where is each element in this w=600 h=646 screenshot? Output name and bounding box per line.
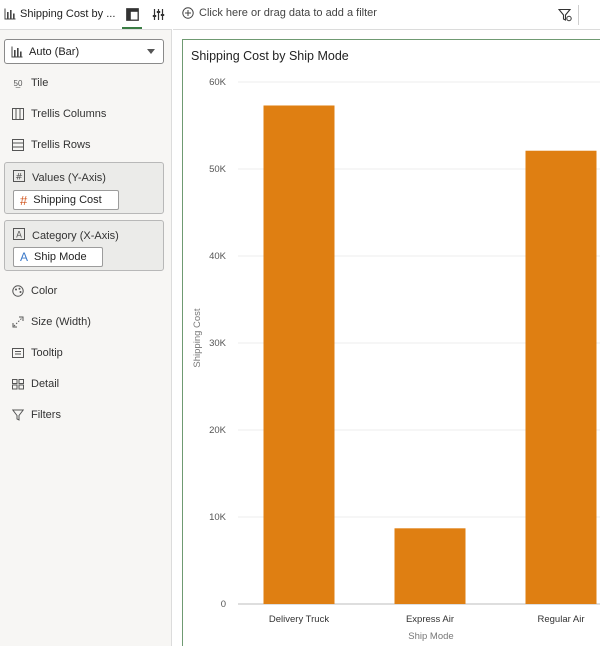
- shipping-cost-pill-label: Shipping Cost: [33, 194, 102, 206]
- tile-drop-target[interactable]: 5̲0 Tile: [12, 74, 49, 92]
- y-tick-label: 30K: [209, 338, 227, 349]
- category-zone-label: Category (X-Axis): [32, 229, 119, 242]
- y-tick-label: 10K: [209, 512, 227, 523]
- bar-chart-icon: [4, 8, 16, 20]
- detail-label: Detail: [31, 378, 60, 390]
- tab-title: Shipping Cost by ...: [20, 8, 116, 20]
- tile-label: Tile: [31, 77, 49, 89]
- x-axis-label: Ship Mode: [408, 631, 453, 642]
- values-zone-label: Values (Y-Axis): [32, 171, 106, 184]
- bar-regular-air[interactable]: [525, 150, 597, 604]
- bar-chart-icon: [11, 46, 23, 57]
- detail-drop-target[interactable]: Detail: [12, 375, 59, 393]
- add-circle-icon: [182, 7, 194, 19]
- palette-icon: [12, 285, 24, 297]
- resize-icon: [12, 316, 24, 328]
- properties-sliders-icon[interactable]: [150, 6, 166, 22]
- y-tick-label: 50K: [209, 164, 227, 175]
- ship-mode-pill[interactable]: A Ship Mode: [13, 247, 103, 267]
- add-filter-placeholder: Click here or drag data to add a filter: [199, 7, 377, 19]
- chart-type-value: Auto (Bar): [29, 45, 80, 58]
- y-tick-label: 0: [221, 599, 226, 610]
- filter-settings-icon[interactable]: [558, 8, 572, 22]
- filters-label: Filters: [31, 409, 61, 421]
- trellis-rows-label: Trellis Rows: [31, 139, 91, 151]
- chevron-down-icon[interactable]: [147, 49, 155, 54]
- filter-bar-divider: [578, 5, 579, 25]
- y-tick-label: 40K: [209, 251, 227, 262]
- trellis-rows-icon: [12, 139, 24, 151]
- ship-mode-pill-label: Ship Mode: [34, 251, 87, 263]
- svg-text:A: A: [16, 231, 22, 241]
- y-axis-label: Shipping Cost: [192, 308, 203, 368]
- values-hash-icon: #: [13, 170, 25, 185]
- trellis-columns-label: Trellis Columns: [31, 108, 107, 120]
- y-tick-label: 60K: [209, 77, 227, 88]
- category-x-axis-zone[interactable]: A Category (X-Axis) A Ship Mode: [4, 220, 164, 271]
- values-y-axis-zone[interactable]: # Values (Y-Axis) # Shipping Cost: [4, 162, 164, 214]
- y-tick-label: 20K: [209, 425, 227, 436]
- filters-drop-target[interactable]: Filters: [12, 406, 61, 424]
- tooltip-drop-target[interactable]: Tooltip: [12, 344, 63, 362]
- x-tick-label: Express Air: [406, 614, 454, 625]
- tile-icon: 5̲0: [13, 78, 23, 88]
- visualization-canvas[interactable]: Shipping Cost by Ship Mode 0 10K 20K 30K 40K…: [182, 39, 600, 646]
- visualization-tab[interactable]: Shipping Cost by ...: [4, 0, 118, 28]
- x-tick-label: Regular Air: [538, 614, 585, 625]
- svg-text:#: #: [15, 173, 23, 183]
- bar-express-air[interactable]: [394, 528, 466, 604]
- add-filter-button[interactable]: Click here or drag data to add a filter: [182, 7, 377, 19]
- category-attribute-icon: A: [13, 228, 25, 243]
- attribute-a-icon: A: [20, 250, 29, 264]
- tooltip-icon: [12, 347, 24, 359]
- size-drop-target[interactable]: Size (Width): [12, 313, 91, 331]
- trellis-rows-drop-target[interactable]: Trellis Rows: [12, 136, 91, 154]
- funnel-icon: [12, 409, 24, 421]
- bar-delivery-truck[interactable]: [263, 105, 335, 605]
- chart-type-select[interactable]: Auto (Bar): [4, 39, 164, 64]
- grammar-panel: Shipping Cost by ... Auto (Bar) 5̲0 Tile…: [0, 0, 172, 646]
- filter-bar: Click here or drag data to add a filter: [173, 0, 600, 30]
- detail-icon: [12, 378, 24, 390]
- panel-tab-bar: Shipping Cost by ...: [0, 0, 172, 30]
- color-label: Color: [31, 285, 58, 297]
- tooltip-label: Tooltip: [31, 347, 63, 359]
- measure-hash-icon: #: [20, 192, 28, 208]
- active-tab-indicator: [122, 27, 142, 29]
- trellis-columns-icon: [12, 108, 24, 120]
- grammar-tab-icon[interactable]: [124, 6, 140, 22]
- shipping-cost-pill[interactable]: # Shipping Cost: [13, 190, 119, 210]
- x-tick-label: Delivery Truck: [269, 614, 329, 625]
- bar-chart: 0 10K 20K 30K 40K 50K 60K Delivery Truck Expres…: [192, 77, 600, 642]
- color-drop-target[interactable]: Color: [12, 282, 57, 300]
- trellis-columns-drop-target[interactable]: Trellis Columns: [12, 105, 106, 123]
- size-label: Size (Width): [31, 316, 91, 328]
